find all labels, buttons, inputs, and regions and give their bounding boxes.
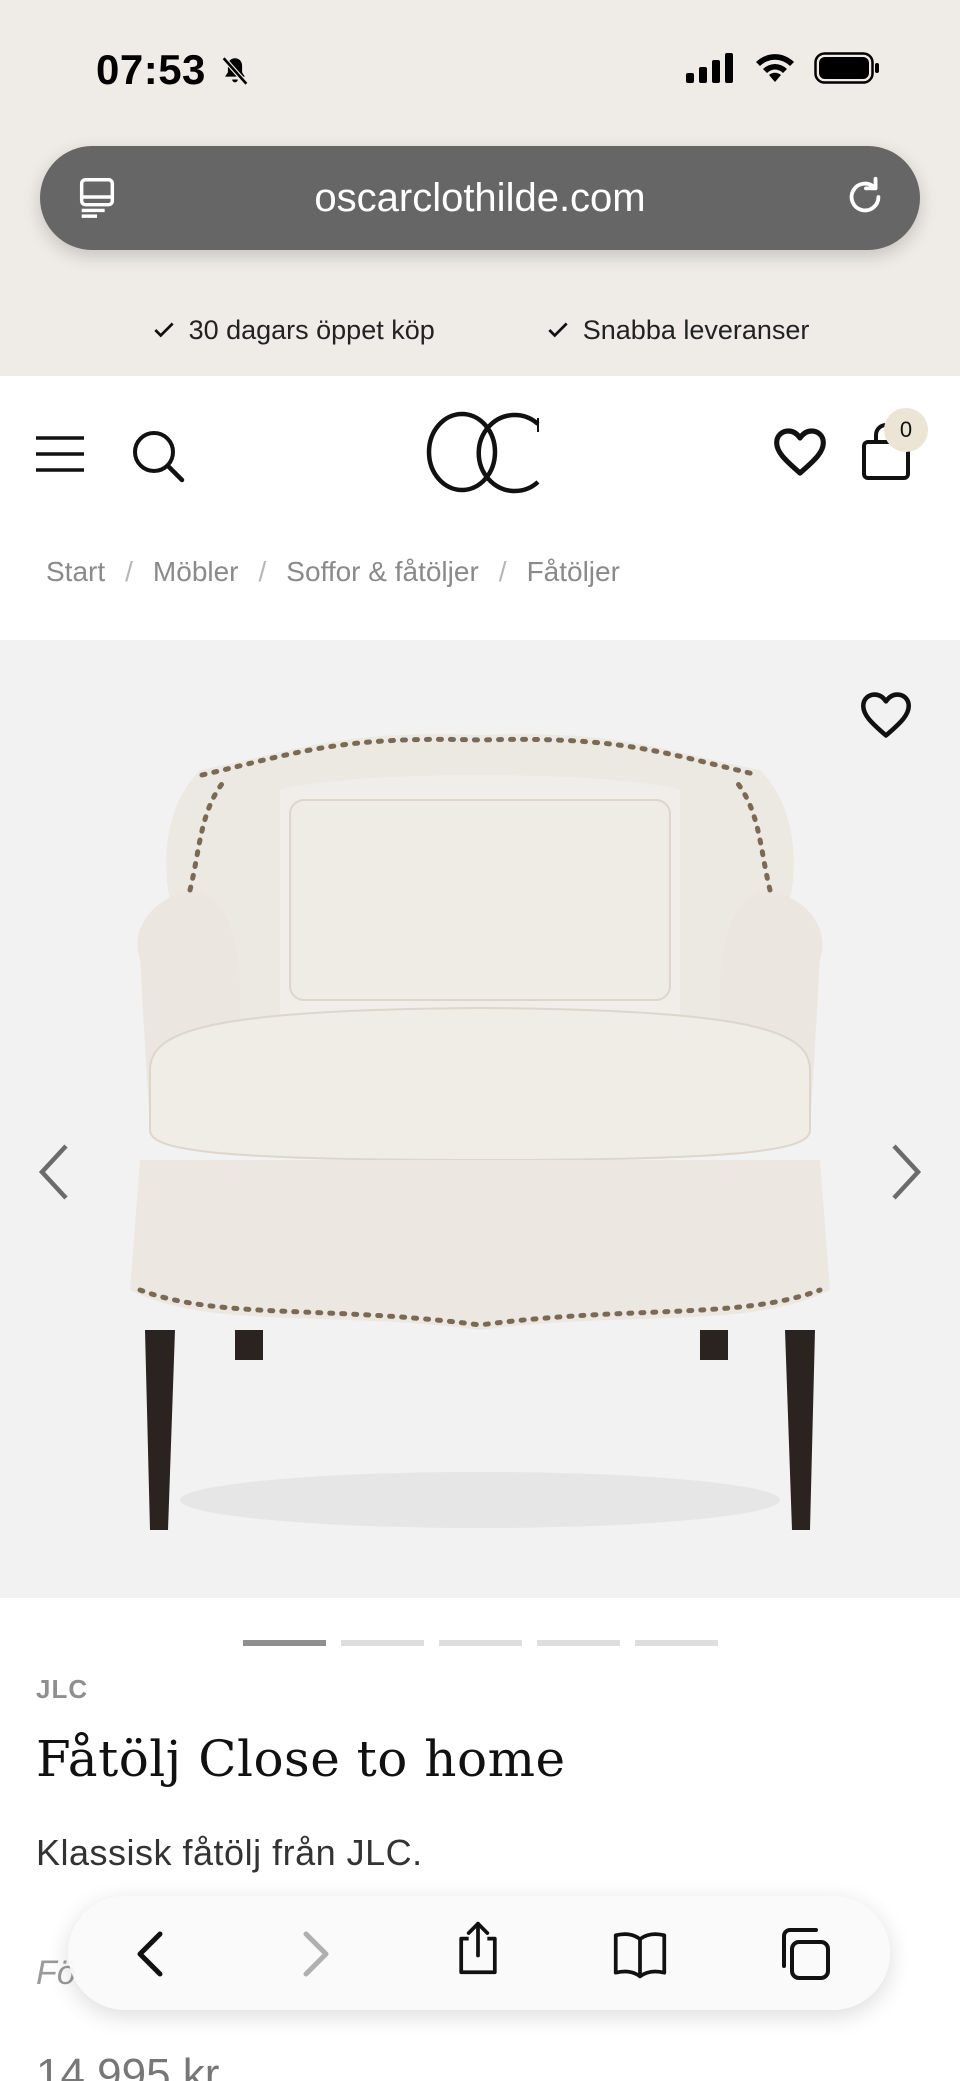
product-price: 14 995 kr xyxy=(36,2050,220,2081)
site-header xyxy=(0,376,960,536)
url-text[interactable]: oscarclothilde.com xyxy=(40,176,920,221)
product-subtitle: Klassisk fåtölj från JLC. xyxy=(36,1832,423,1873)
breadcrumb-separator: / xyxy=(125,556,133,587)
battery-icon xyxy=(814,52,879,84)
breadcrumb-item-mobler[interactable]: Möbler xyxy=(153,556,239,588)
product-brand[interactable]: JLC xyxy=(36,1674,88,1705)
browser-toolbar xyxy=(68,1896,890,2010)
chevron-left-icon[interactable] xyxy=(34,1140,74,1204)
bookmarks-icon[interactable] xyxy=(612,1926,668,1982)
brand-logo[interactable] xyxy=(420,402,550,502)
back-icon[interactable] xyxy=(124,1926,180,1982)
signal-icon xyxy=(686,53,733,83)
product-title: Fåtölj Close to home xyxy=(36,1730,566,1788)
gallery-dot-active[interactable] xyxy=(243,1640,326,1646)
status-bar: 07:53 xyxy=(0,0,960,140)
address-bar[interactable]: oscarclothilde.com xyxy=(40,146,920,250)
usp-item: 30 dagars öppet köp xyxy=(151,300,435,360)
browser-chrome: 07:53 oscarclothilde.com 30 dagars öppet… xyxy=(0,0,960,376)
gallery-wishlist-heart-icon[interactable] xyxy=(858,690,914,740)
gallery-pagination xyxy=(243,1640,718,1646)
breadcrumb-item-fatoljer[interactable]: Fåtöljer xyxy=(527,556,620,588)
menu-icon[interactable] xyxy=(34,432,86,476)
breadcrumb: Start / Möbler / Soffor & fåtöljer / Fåt… xyxy=(46,556,620,588)
check-icon xyxy=(153,322,174,338)
usp-label: Snabba leveranser xyxy=(582,314,810,345)
status-time: 07:53 xyxy=(96,46,206,93)
breadcrumb-item-soffor[interactable]: Soffor & fåtöljer xyxy=(286,556,478,588)
gallery-dot[interactable] xyxy=(537,1640,620,1646)
cart-count-badge[interactable]: 0 xyxy=(884,408,928,452)
wishlist-heart-icon[interactable] xyxy=(772,426,828,478)
breadcrumb-item-start[interactable]: Start xyxy=(46,556,105,588)
chevron-right-icon[interactable] xyxy=(886,1140,926,1204)
gallery-dot[interactable] xyxy=(439,1640,522,1646)
gallery-dot[interactable] xyxy=(341,1640,424,1646)
product-image xyxy=(130,734,830,1530)
product-gallery[interactable] xyxy=(0,640,960,1598)
breadcrumb-separator: / xyxy=(498,556,507,587)
usp-label: 30 dagars öppet köp xyxy=(188,314,435,345)
reload-icon[interactable] xyxy=(842,174,888,220)
bell-slash-icon xyxy=(221,56,249,86)
gallery-dot[interactable] xyxy=(635,1640,718,1646)
usp-item: Snabba leveranser xyxy=(545,300,810,360)
tabs-overview-icon[interactable] xyxy=(776,1926,832,1982)
search-icon[interactable] xyxy=(130,428,186,484)
wifi-icon xyxy=(756,54,794,82)
check-icon xyxy=(548,322,568,338)
share-icon[interactable] xyxy=(450,1920,506,1976)
breadcrumb-separator: / xyxy=(258,556,267,587)
usp-bar: 30 dagars öppet köp Snabba leveranser xyxy=(0,300,960,360)
forward-icon[interactable] xyxy=(286,1926,342,1982)
